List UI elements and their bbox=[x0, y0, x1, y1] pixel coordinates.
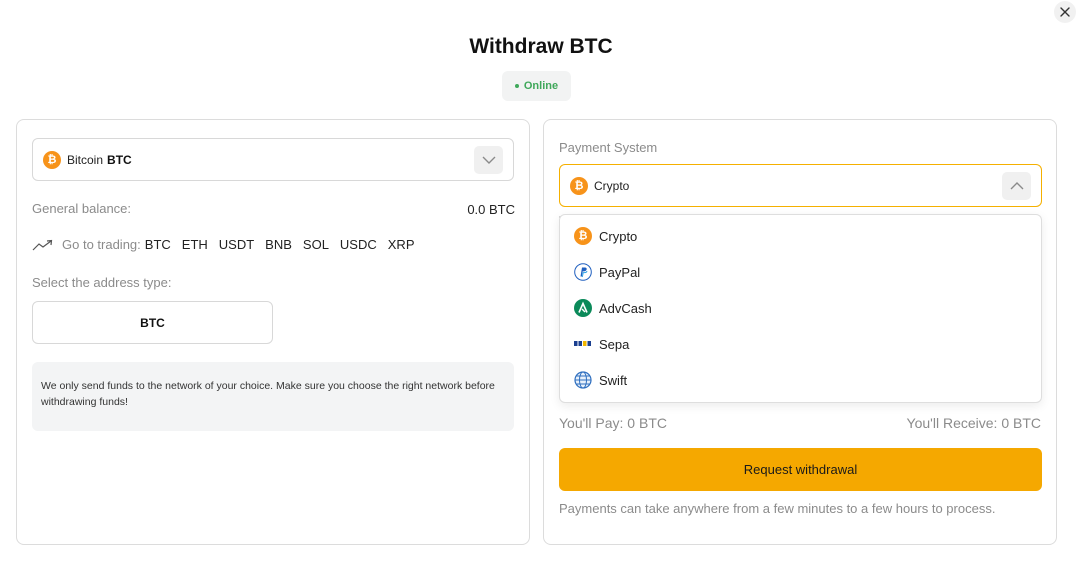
option-label: AdvCash bbox=[599, 300, 652, 316]
coin-select[interactable]: ₿ Bitcoin BTC bbox=[32, 138, 514, 181]
trading-links: Go to trading: BTC ETH USDT BNB SOL USDC… bbox=[32, 237, 426, 252]
trading-link-xrp[interactable]: XRP bbox=[388, 237, 415, 252]
request-withdrawal-button[interactable]: Request withdrawal bbox=[559, 448, 1042, 491]
option-paypal[interactable]: PayPal bbox=[560, 254, 1041, 290]
paypal-icon bbox=[574, 263, 592, 281]
option-advcash[interactable]: AdvCash bbox=[560, 290, 1041, 326]
trading-link-bnb[interactable]: BNB bbox=[265, 237, 292, 252]
bitcoin-icon: ₿ bbox=[574, 227, 592, 245]
trading-link-usdt[interactable]: USDT bbox=[219, 237, 254, 252]
balance-value: 0.0 BTC bbox=[467, 202, 515, 217]
address-type-label: Select the address type: bbox=[32, 275, 172, 290]
network-notice: We only send funds to the network of you… bbox=[32, 362, 514, 431]
payment-panel: Payment System ₿ Crypto ₿ Crypto PayPal … bbox=[543, 119, 1057, 545]
option-crypto[interactable]: ₿ Crypto bbox=[560, 218, 1041, 254]
chevron-up-icon bbox=[1010, 182, 1023, 190]
option-sepa[interactable]: Sepa bbox=[560, 326, 1041, 362]
page-title: Withdraw BTC bbox=[469, 35, 613, 58]
payment-system-select[interactable]: ₿ Crypto bbox=[559, 164, 1042, 207]
pay-amount: You'll Pay: 0 BTC bbox=[559, 415, 667, 431]
chevron-down-icon bbox=[482, 156, 495, 164]
option-label: PayPal bbox=[599, 264, 641, 280]
coin-select-toggle[interactable] bbox=[474, 146, 503, 174]
balance-label: General balance: bbox=[32, 201, 132, 216]
trading-link-eth[interactable]: ETH bbox=[182, 237, 208, 252]
trend-up-icon bbox=[32, 239, 53, 250]
option-label: Sepa bbox=[599, 336, 630, 352]
close-button[interactable] bbox=[1054, 1, 1076, 23]
globe-icon bbox=[574, 371, 592, 389]
trading-link-usdc[interactable]: USDC bbox=[340, 237, 377, 252]
status-dot bbox=[514, 84, 519, 88]
sepa-icon bbox=[574, 335, 592, 353]
payment-system-dropdown: ₿ Crypto PayPal AdvCash Sepa Swift bbox=[559, 214, 1042, 403]
option-swift[interactable]: Swift bbox=[560, 362, 1041, 398]
processing-note: Payments can take anywhere from a few mi… bbox=[559, 501, 996, 516]
address-type-button[interactable]: BTC bbox=[32, 301, 273, 344]
bitcoin-icon: ₿ bbox=[570, 176, 588, 195]
receive-amount: You'll Receive: 0 BTC bbox=[906, 415, 1041, 431]
trading-link-sol[interactable]: SOL bbox=[303, 237, 329, 252]
payment-system-toggle[interactable] bbox=[1002, 172, 1031, 200]
bitcoin-icon: ₿ bbox=[43, 150, 61, 169]
status-badge: Online bbox=[502, 71, 571, 101]
trading-link-btc[interactable]: BTC bbox=[145, 237, 171, 252]
option-label: Swift bbox=[599, 372, 628, 388]
close-icon bbox=[1060, 7, 1070, 17]
advcash-icon bbox=[574, 299, 592, 317]
trading-label: Go to trading: bbox=[62, 237, 141, 252]
status-text: Online bbox=[523, 80, 559, 92]
option-label: Crypto bbox=[599, 228, 638, 244]
withdraw-details-panel: ₿ Bitcoin BTC General balance: 0.0 BTC G… bbox=[16, 119, 530, 545]
coin-ticker: BTC bbox=[107, 152, 132, 167]
coin-name: Bitcoin bbox=[67, 152, 104, 167]
payment-system-value: Crypto bbox=[594, 178, 630, 193]
payment-system-label: Payment System bbox=[559, 140, 658, 155]
